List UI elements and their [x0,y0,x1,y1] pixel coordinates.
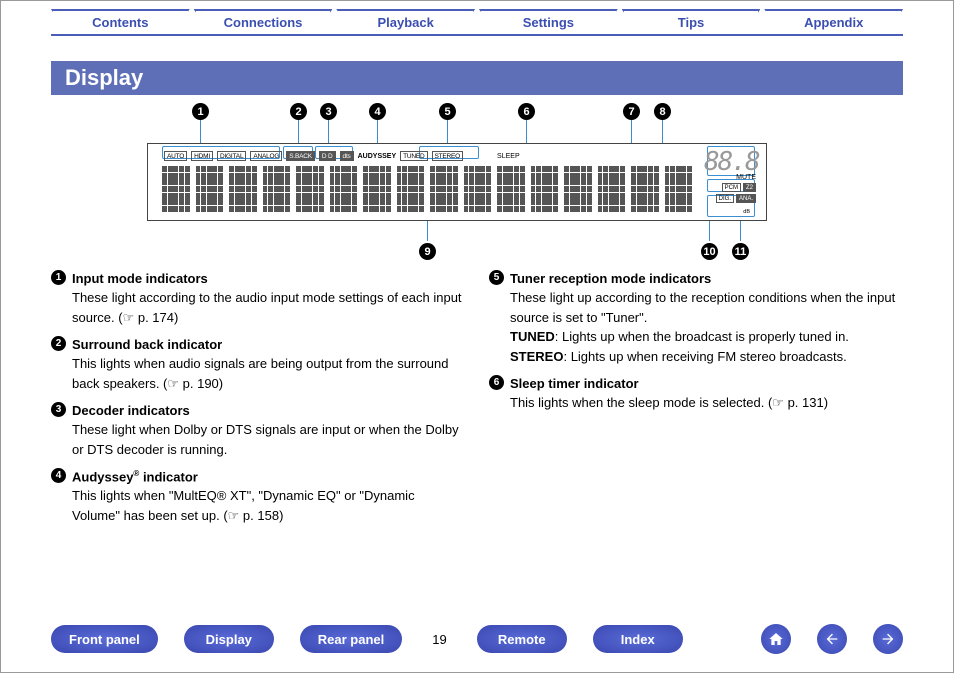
dot-matrix-area [162,166,692,212]
bottom-nav: Front panel Display Rear panel 19 Remote… [1,624,953,654]
desc-item-6: 6 Sleep timer indicator This lights when… [489,376,903,413]
tab-settings[interactable]: Settings [479,9,618,35]
tab-playback[interactable]: Playback [336,9,475,35]
next-page-button[interactable] [873,624,903,654]
indicator-digital: DIGITAL [217,151,246,161]
bullet-1: 1 [51,270,66,285]
arrow-left-icon [824,631,840,647]
item-title: Sleep timer indicator [510,376,903,391]
tab-connections[interactable]: Connections [194,9,333,35]
callout-5: 5 [439,103,456,120]
left-column: 1 Input mode indicators These light acco… [51,271,465,535]
seven-segment: 88.8 [704,148,756,176]
indicator-analog: ANALOG [250,151,282,161]
indicator-dolby: D D [319,151,336,161]
item-body: This lights when audio signals are being… [72,354,465,393]
callout-11: 11 [732,243,749,260]
tab-tips[interactable]: Tips [622,9,761,35]
bullet-6: 6 [489,375,504,390]
callout-2: 2 [290,103,307,120]
indicator-audyssey: AUDYSSEY [358,153,397,160]
callout-9: 9 [419,243,436,260]
indicator-auto: AUTO [164,151,187,161]
indicator-hdmi: HDMI [191,151,213,161]
volume-display: 88.8 MUTE PCM Z2 DIG. ANA. [704,148,756,203]
item-body: This lights when the sleep mode is selec… [510,393,903,413]
callout-10: 10 [701,243,718,260]
item-body: These light when Dolby or DTS signals ar… [72,420,465,459]
right-column: 5 Tuner reception mode indicators These … [489,271,903,535]
item-title: Decoder indicators [72,403,465,418]
desc-item-3: 3 Decoder indicators These light when Do… [51,403,465,459]
callout-4: 4 [369,103,386,120]
arrow-right-icon [880,631,896,647]
tab-appendix[interactable]: Appendix [764,9,903,35]
indicator-ana: ANA. [736,194,756,203]
page-number: 19 [432,632,446,647]
indicator-z2: Z2 [743,183,756,192]
bullet-3: 3 [51,402,66,417]
item-body: This lights when "MultEQ® XT", "Dynamic … [72,486,465,525]
display-diagram: 1 2 3 4 5 6 7 8 AUTO HDMI DIGITAL ANALOG… [127,103,827,263]
indicator-tuned: TUNED [400,151,427,161]
indicator-sback: S.BACK [286,151,315,161]
callout-3: 3 [320,103,337,120]
desc-item-2: 2 Surround back indicator This lights wh… [51,337,465,393]
top-tabs: Contents Connections Playback Settings T… [1,1,953,35]
item-body: These light up according to the receptio… [510,288,903,366]
desc-item-4: 4 Audyssey® indicator This lights when "… [51,469,465,525]
nav-remote[interactable]: Remote [477,625,567,653]
page-title: Display [51,61,903,95]
bullet-2: 2 [51,336,66,351]
desc-item-1: 1 Input mode indicators These light acco… [51,271,465,327]
item-body: These light according to the audio input… [72,288,465,327]
bullet-5: 5 [489,270,504,285]
callout-8: 8 [654,103,671,120]
bullet-4: 4 [51,468,66,483]
display-panel: AUTO HDMI DIGITAL ANALOG S.BACK D D dts … [147,143,767,221]
nav-front-panel[interactable]: Front panel [51,625,158,653]
desc-item-5: 5 Tuner reception mode indicators These … [489,271,903,366]
indicator-sleep: SLEEP [497,153,520,160]
callout-6: 6 [518,103,535,120]
item-title: Audyssey® indicator [72,469,465,484]
item-title: Tuner reception mode indicators [510,271,903,286]
tab-contents[interactable]: Contents [51,9,190,35]
prev-page-button[interactable] [817,624,847,654]
indicator-stereo: STEREO [432,151,464,161]
description-columns: 1 Input mode indicators These light acco… [1,263,953,535]
nav-rear-panel[interactable]: Rear panel [300,625,402,653]
callout-7: 7 [623,103,640,120]
indicator-dig: DIG. [716,194,734,203]
indicator-dts: dts [340,151,354,161]
nav-display[interactable]: Display [184,625,274,653]
item-title: Surround back indicator [72,337,465,352]
callout-1: 1 [192,103,209,120]
indicator-pcm: PCM [722,183,741,192]
item-title: Input mode indicators [72,271,465,286]
home-button[interactable] [761,624,791,654]
nav-index[interactable]: Index [593,625,683,653]
indicator-db: dB [743,209,750,215]
home-icon [768,631,784,647]
